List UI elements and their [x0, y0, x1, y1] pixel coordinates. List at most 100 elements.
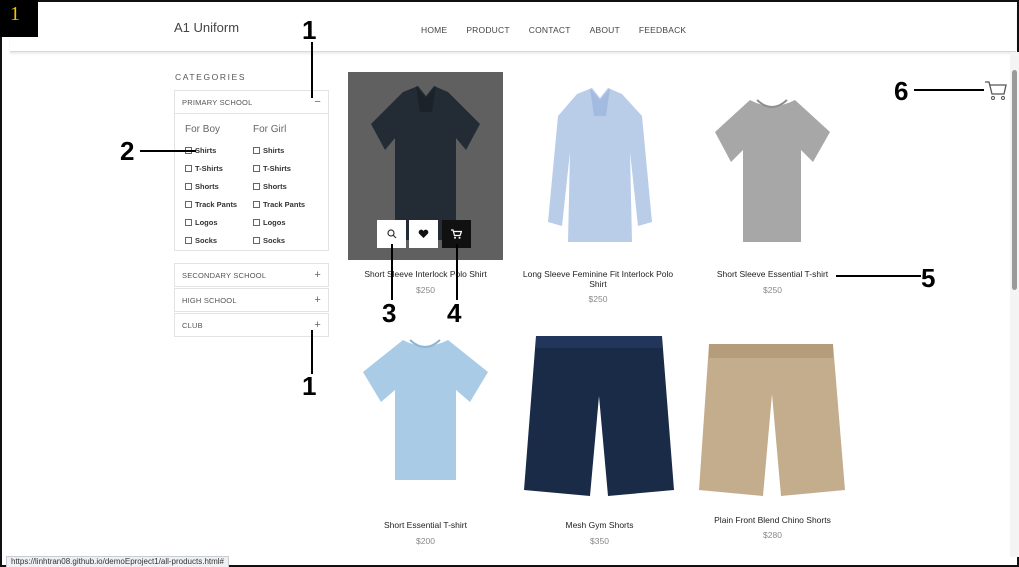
checkbox-icon[interactable] [253, 236, 260, 244]
checkbox-label: Shirts [263, 145, 285, 155]
screenshot-frame [0, 0, 1019, 567]
annotation-label: 6 [894, 76, 909, 106]
annotation-line [311, 42, 313, 98]
checkbox-boy-tshirts[interactable]: T-Shirts [185, 159, 237, 177]
boy-column: For Boy Shirts T-Shirts Shorts Track Pan… [185, 124, 237, 249]
expand-icon[interactable]: + [314, 319, 321, 331]
nav-feedback[interactable]: FEEDBACK [639, 25, 686, 35]
product-name[interactable]: Long Sleeve Feminine Fit Interlock Polo … [518, 269, 678, 289]
accordion-header-secondary[interactable]: SECONDARY SCHOOL + [175, 264, 328, 286]
accordion-club: CLUB + [174, 313, 329, 337]
checkbox-label: Shirts [195, 145, 217, 155]
product-image-tshirt-light-blue[interactable] [348, 330, 503, 510]
accordion-primary-school: PRIMARY SCHOOL − For Boy Shirts T-Shirts… [174, 90, 329, 251]
annotation-line [140, 150, 196, 152]
checkbox-label: Track Pants [195, 199, 238, 209]
brand-logo-text[interactable]: A1 Uniform [174, 20, 239, 35]
checkbox-icon[interactable] [185, 200, 192, 208]
checkbox-label: Logos [263, 217, 286, 227]
checkbox-girl-tshirts[interactable]: T-Shirts [253, 159, 305, 177]
annotation-line [311, 330, 313, 374]
main-nav: HOME PRODUCT CONTACT ABOUT FEEDBACK [421, 25, 705, 35]
checkbox-label: Socks [195, 235, 218, 245]
annotation-label: 1 [302, 15, 317, 45]
search-icon [386, 229, 396, 239]
checkbox-icon[interactable] [185, 218, 192, 226]
checkbox-boy-shorts[interactable]: Shorts [185, 177, 237, 195]
product-name[interactable]: Short Sleeve Interlock Polo Shirt [348, 269, 503, 279]
checkbox-label: T-Shirts [195, 163, 223, 173]
checkbox-label: Track Pants [263, 199, 306, 209]
product-name[interactable]: Plain Front Blend Chino Shorts [695, 515, 850, 525]
checkbox-icon[interactable] [253, 182, 260, 190]
accordion-secondary-school: SECONDARY SCHOOL + [174, 263, 329, 287]
expand-icon[interactable]: + [314, 269, 321, 281]
annotation-label: 1 [302, 371, 317, 401]
checkbox-icon[interactable] [253, 164, 260, 172]
accordion-high-school: HIGH SCHOOL + [174, 288, 329, 312]
product-image-shorts-khaki[interactable] [695, 330, 850, 510]
annotation-line [456, 244, 458, 300]
accordion-label: PRIMARY SCHOOL [182, 97, 253, 107]
girl-column: For Girl Shirts T-Shirts Shorts Track Pa… [253, 124, 305, 249]
annotation-label: 3 [382, 298, 397, 328]
product-price: $250 [416, 285, 435, 295]
checkbox-label: Socks [263, 235, 286, 245]
checkbox-boy-logos[interactable]: Logos [185, 213, 237, 231]
link-status-bar: https://linhtran08.github.io/demoEprojec… [6, 556, 230, 567]
heart-icon [418, 229, 429, 238]
accordion-header-primary[interactable]: PRIMARY SCHOOL − [175, 91, 328, 113]
boy-heading: For Boy [185, 124, 221, 135]
categories-heading: CATEGORIES [175, 72, 247, 82]
annotation-label: 2 [120, 136, 135, 166]
wishlist-button[interactable] [409, 220, 438, 248]
product-price: $200 [416, 536, 435, 546]
site-header: A1 Uniform HOME PRODUCT CONTACT ABOUT FE… [10, 8, 1016, 52]
cart-icon[interactable] [984, 80, 1008, 102]
annotation-line [391, 244, 393, 300]
product-image-tshirt-gray[interactable] [695, 72, 850, 260]
checkbox-label: T-Shirts [263, 163, 291, 173]
girl-heading: For Girl [253, 124, 287, 135]
checkbox-icon[interactable] [253, 218, 260, 226]
product-name[interactable]: Mesh Gym Shorts [522, 520, 677, 530]
annotation-line [836, 275, 921, 277]
nav-about[interactable]: ABOUT [590, 25, 620, 35]
cart-icon [451, 229, 462, 239]
checkbox-girl-trackpants[interactable]: Track Pants [253, 195, 305, 213]
annotation-label: 5 [921, 263, 936, 293]
nav-contact[interactable]: CONTACT [529, 25, 571, 35]
checkbox-label: Shorts [263, 181, 287, 191]
checkbox-label: Logos [195, 217, 218, 227]
collapse-icon[interactable]: − [314, 96, 321, 108]
checkbox-girl-shirts[interactable]: Shirts [253, 141, 305, 159]
scrollbar-thumb[interactable] [1012, 70, 1017, 290]
accordion-label: HIGH SCHOOL [182, 295, 237, 305]
nav-home[interactable]: HOME [421, 25, 447, 35]
checkbox-icon[interactable] [185, 236, 192, 244]
accordion-header-high[interactable]: HIGH SCHOOL + [175, 289, 328, 311]
checkbox-icon[interactable] [253, 200, 260, 208]
product-name[interactable]: Short Sleeve Essential T-shirt [695, 269, 850, 279]
accordion-label: SECONDARY SCHOOL [182, 270, 267, 280]
accordion-body-primary: For Boy Shirts T-Shirts Shorts Track Pan… [175, 113, 328, 250]
product-name[interactable]: Short Essential T-shirt [348, 520, 503, 530]
expand-icon[interactable]: + [314, 294, 321, 306]
checkbox-icon[interactable] [185, 164, 192, 172]
checkbox-boy-trackpants[interactable]: Track Pants [185, 195, 237, 213]
product-image-polo-light-blue[interactable] [522, 72, 677, 260]
nav-product[interactable]: PRODUCT [466, 25, 509, 35]
checkbox-girl-logos[interactable]: Logos [253, 213, 305, 231]
annotation-line [914, 89, 984, 91]
annotation-label: 4 [447, 298, 462, 328]
checkbox-icon[interactable] [253, 146, 260, 154]
checkbox-girl-shorts[interactable]: Shorts [253, 177, 305, 195]
product-price: $280 [763, 530, 782, 540]
accordion-header-club[interactable]: CLUB + [175, 314, 328, 336]
checkbox-icon[interactable] [185, 182, 192, 190]
checkbox-girl-socks[interactable]: Socks [253, 231, 305, 249]
checkbox-boy-socks[interactable]: Socks [185, 231, 237, 249]
checkbox-label: Shorts [195, 181, 219, 191]
product-price: $250 [588, 294, 608, 304]
product-image-shorts-navy[interactable] [522, 330, 677, 510]
